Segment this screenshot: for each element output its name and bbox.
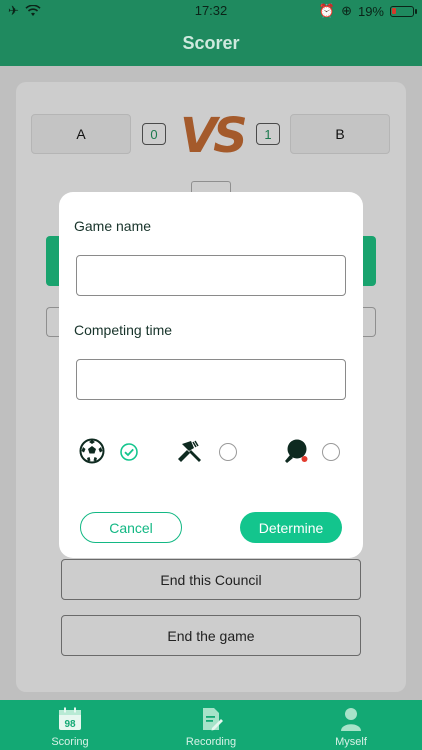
battery-percent: 19%	[357, 3, 384, 19]
user-icon	[341, 708, 361, 731]
team-b-score: 1	[256, 123, 280, 145]
soccer-radio-checked-icon[interactable]	[120, 443, 138, 461]
app-header: ✈ 17:32 ⏰ ⊕ 19% Scorer	[0, 0, 422, 66]
tab-scoring-label: Scoring	[51, 736, 89, 748]
page-title: Scorer	[182, 33, 240, 53]
hidden-button-edge	[362, 307, 376, 337]
tab-myself[interactable]: Myself	[301, 700, 401, 750]
ping-pong-radio[interactable]	[322, 443, 340, 461]
alarm-icon: ⏰	[318, 3, 336, 18]
new-game-dialog: Game name Competing time Cancel Determin…	[59, 192, 363, 558]
hidden-button-edge	[362, 236, 376, 286]
tab-scoring[interactable]: 98 Scoring	[20, 700, 120, 750]
game-name-input[interactable]	[76, 255, 346, 296]
cancel-button[interactable]: Cancel	[80, 512, 182, 543]
end-game-button[interactable]: End the game	[61, 615, 361, 656]
determine-button[interactable]: Determine	[240, 512, 342, 543]
game-name-label: Game name	[74, 218, 152, 234]
ping-pong-paddle-icon	[285, 439, 308, 463]
end-council-button[interactable]: End this Council	[61, 559, 361, 600]
calendar-number: 98	[64, 719, 76, 730]
tab-recording-label: Recording	[185, 736, 237, 748]
status-bar: ✈ 17:32 ⏰ ⊕ 19%	[0, 0, 422, 22]
hidden-button-edge	[46, 236, 60, 286]
team-a-score: 0	[142, 123, 166, 145]
competing-time-label: Competing time	[74, 322, 173, 338]
tab-myself-label: Myself	[335, 736, 367, 748]
battery-icon	[390, 5, 417, 17]
rotation-lock-icon: ⊕	[341, 3, 352, 18]
team-b-button[interactable]: B	[290, 114, 390, 154]
competing-time-input[interactable]	[76, 359, 346, 400]
tab-recording[interactable]: Recording	[161, 700, 261, 750]
vs-logo: VS	[180, 108, 248, 164]
hidden-button-edge	[46, 307, 60, 337]
badminton-radio[interactable]	[219, 443, 237, 461]
calendar-98-icon: 98	[59, 707, 81, 730]
bottom-tab-bar: 98 Scoring Recording Myself	[0, 700, 422, 750]
edit-document-icon	[203, 708, 223, 731]
team-a-button[interactable]: A	[31, 114, 131, 154]
badminton-shuttlecock-icon	[178, 440, 201, 462]
soccer-ball-icon	[79, 438, 105, 464]
